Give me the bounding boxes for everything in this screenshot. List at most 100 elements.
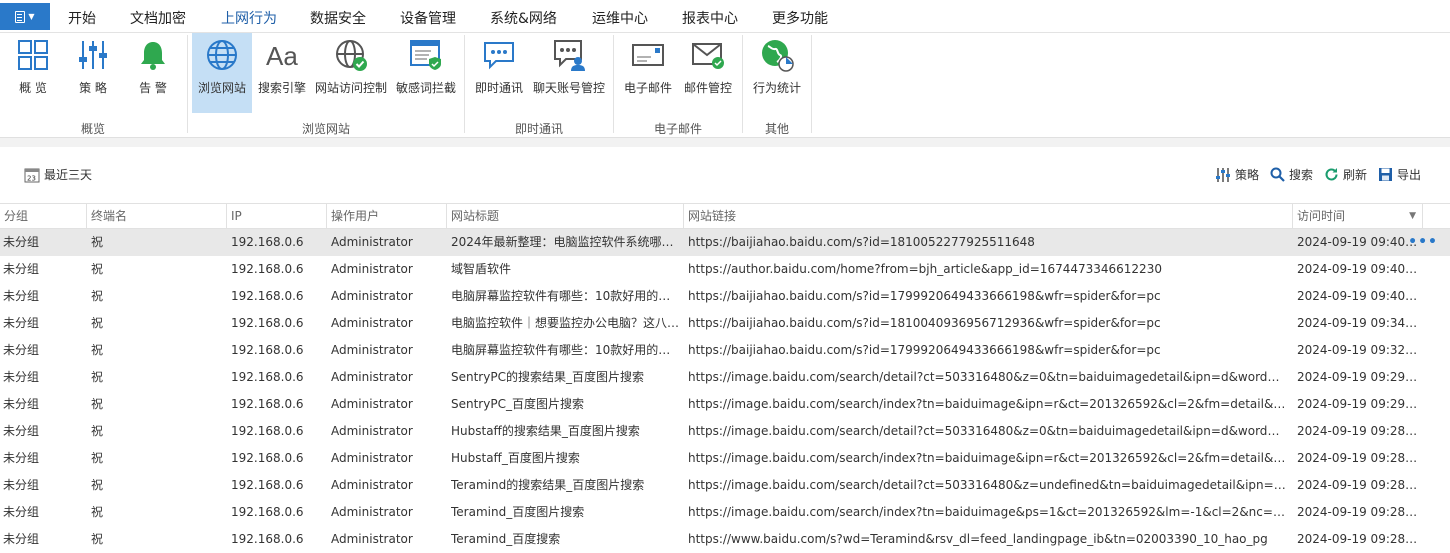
- cell-group: 未分组: [3, 397, 40, 411]
- menu-start[interactable]: 开始: [68, 8, 96, 28]
- ribbon: 概 览 策 略 告 警 概览 浏览网站 Aa 搜索引擎 网站访问控制 敏感词拦截…: [0, 33, 1450, 138]
- sensitive-word-block-label: 敏感词拦截: [395, 81, 456, 95]
- table-row[interactable]: 未分组 祝 192.168.0.6 Administrator 电脑监控软件｜想要监控办…: [0, 310, 1450, 337]
- group-separator: [742, 35, 743, 133]
- instant-messaging-button[interactable]: 即时通讯: [472, 33, 526, 113]
- group-separator: [811, 35, 812, 133]
- cell-ip: 192.168.0.6: [231, 262, 304, 276]
- more-options-icon[interactable]: •••: [1408, 229, 1438, 256]
- app-menu-button[interactable]: ▼: [0, 3, 50, 30]
- cell-visit-time: 2024-09-19 09:28:12: [1297, 505, 1419, 519]
- table-row[interactable]: 未分组 祝 192.168.0.6 Administrator 电脑屏幕监控软件有哪些：…: [0, 283, 1450, 310]
- cell-group: 未分组: [3, 316, 40, 330]
- column-header-user[interactable]: 操作用户: [327, 204, 447, 228]
- policy-button[interactable]: 策 略: [68, 33, 118, 113]
- column-header-ip[interactable]: IP: [227, 204, 327, 228]
- cell-terminal: 祝: [91, 451, 104, 465]
- column-header-site-url[interactable]: 网站链接: [684, 204, 1293, 228]
- sensitive-word-block-button[interactable]: 敏感词拦截: [394, 33, 458, 113]
- sliders-icon: [1215, 167, 1231, 183]
- cell-site-title: SentryPC的搜索结果_百度图片搜索: [451, 370, 644, 384]
- cell-site-title: 电脑监控软件｜想要监控办公电脑？这八…: [451, 316, 680, 330]
- menu-system-network[interactable]: 系统&网络: [490, 8, 557, 28]
- cell-user: Administrator: [331, 424, 413, 438]
- cell-terminal: 祝: [91, 370, 104, 384]
- table-row[interactable]: 未分组 祝 192.168.0.6 Administrator SentryPC_百度图…: [0, 391, 1450, 418]
- email-label: 电子邮件: [623, 81, 672, 95]
- menu-web-behavior[interactable]: 上网行为: [218, 8, 280, 36]
- menu-device-management[interactable]: 设备管理: [400, 8, 456, 28]
- table-row[interactable]: 未分组 祝 192.168.0.6 Administrator SentryPC的搜索结…: [0, 364, 1450, 391]
- browse-websites-button[interactable]: 浏览网站: [192, 33, 252, 113]
- email-control-button[interactable]: 邮件管控: [680, 33, 736, 113]
- column-header-terminal[interactable]: 终端名: [87, 204, 227, 228]
- export-toolbar-button[interactable]: 导出: [1378, 166, 1421, 183]
- cell-group: 未分组: [3, 343, 40, 357]
- export-toolbar-label: 导出: [1397, 168, 1422, 182]
- svg-text:Aa: Aa: [266, 41, 298, 71]
- cell-visit-time: 2024-09-19 09:28:54: [1297, 424, 1419, 438]
- cell-ip: 192.168.0.6: [231, 424, 304, 438]
- cell-site-url: https://image.baidu.com/search/detail?ct…: [688, 478, 1288, 492]
- cell-site-url: https://baijiahao.baidu.com/s?id=1810052…: [688, 235, 1035, 249]
- sliders-icon: [75, 37, 111, 73]
- cell-terminal: 祝: [91, 424, 104, 438]
- table-row[interactable]: 未分组 祝 192.168.0.6 Administrator Hubstaff_百度图…: [0, 445, 1450, 472]
- chevron-down-icon: ▼: [28, 12, 35, 21]
- menu-report-center[interactable]: 报表中心: [682, 8, 738, 28]
- ribbon-divider-band: [0, 138, 1450, 147]
- table-row[interactable]: 未分组 祝 192.168.0.6 Administrator 域智盾软件 https:/…: [0, 256, 1450, 283]
- cell-user: Administrator: [331, 370, 413, 384]
- cell-site-title: Hubstaff的搜索结果_百度图片搜索: [451, 424, 640, 438]
- search-engine-button[interactable]: Aa 搜索引擎: [256, 33, 308, 113]
- refresh-toolbar-label: 刷新: [1343, 168, 1368, 182]
- cell-user: Administrator: [331, 235, 413, 249]
- column-header-visit-time-label: 访问时间: [1297, 209, 1346, 223]
- cell-user: Administrator: [331, 316, 413, 330]
- table-row[interactable]: 未分组 祝 192.168.0.6 Administrator 电脑屏幕监控软件有哪些：…: [0, 337, 1450, 364]
- search-toolbar-button[interactable]: 搜索: [1270, 166, 1313, 183]
- cell-site-url: https://image.baidu.com/search/detail?ct…: [688, 424, 1288, 438]
- email-button[interactable]: 电子邮件: [620, 33, 676, 113]
- website-access-control-label: 网站访问控制: [314, 81, 387, 95]
- cell-site-url: https://baijiahao.baidu.com/s?id=1799920…: [688, 343, 1161, 357]
- date-filter-button[interactable]: 23 最近三天: [24, 166, 92, 183]
- cell-group: 未分组: [3, 451, 40, 465]
- cell-site-url: https://baijiahao.baidu.com/s?id=1810040…: [688, 316, 1161, 330]
- chat-bubble-icon: [481, 37, 517, 73]
- column-header-site-title[interactable]: 网站标题: [447, 204, 684, 228]
- sort-desc-icon[interactable]: ▼: [1409, 204, 1416, 228]
- policy-toolbar-button[interactable]: 策略: [1215, 166, 1259, 183]
- cell-ip: 192.168.0.6: [231, 316, 304, 330]
- table-row[interactable]: 未分组 祝 192.168.0.6 Administrator 2024年最新整理：电脑…: [0, 229, 1450, 256]
- cell-site-title: 电脑屏幕监控软件有哪些：10款好用的电…: [451, 343, 681, 357]
- column-header-group[interactable]: 分组: [0, 204, 87, 228]
- font-aa-icon: Aa: [264, 37, 300, 73]
- cell-visit-time: 2024-09-19 09:28:24: [1297, 478, 1419, 492]
- table-row[interactable]: 未分组 祝 192.168.0.6 Administrator Teramind_百度图…: [0, 499, 1450, 526]
- menu-more-features[interactable]: 更多功能: [772, 8, 828, 28]
- cell-terminal: 祝: [91, 478, 104, 492]
- cell-terminal: 祝: [91, 343, 104, 357]
- table-row[interactable]: 未分组 祝 192.168.0.6 Administrator Hubstaff的搜索结…: [0, 418, 1450, 445]
- table-row[interactable]: 未分组 祝 192.168.0.6 Administrator Teramind_百度搜…: [0, 526, 1450, 553]
- menu-data-security[interactable]: 数据安全: [310, 8, 366, 28]
- refresh-toolbar-button[interactable]: 刷新: [1324, 166, 1367, 183]
- table-row[interactable]: 未分组 祝 192.168.0.6 Administrator Teramind的搜索结…: [0, 472, 1450, 499]
- website-access-control-button[interactable]: 网站访问控制: [314, 33, 388, 113]
- chat-user-icon: [551, 37, 587, 73]
- alert-button[interactable]: 告 警: [128, 33, 178, 113]
- chat-account-control-button[interactable]: 聊天账号管控: [530, 33, 608, 113]
- overview-button[interactable]: 概 览: [8, 33, 58, 113]
- search-toolbar-label: 搜索: [1289, 168, 1314, 182]
- column-header-visit-time[interactable]: 访问时间 ▼: [1293, 204, 1423, 228]
- menu-doc-encryption[interactable]: 文档加密: [130, 8, 186, 28]
- cell-user: Administrator: [331, 451, 413, 465]
- window-shield-icon: [408, 37, 444, 73]
- cell-group: 未分组: [3, 289, 40, 303]
- menu-ops-center[interactable]: 运维中心: [592, 8, 648, 28]
- chat-account-control-label: 聊天账号管控: [532, 81, 605, 95]
- globe-check-icon: [333, 37, 369, 73]
- behavior-statistics-button[interactable]: 行为统计: [748, 33, 806, 113]
- cell-site-title: 电脑屏幕监控软件有哪些：10款好用的电…: [451, 289, 681, 303]
